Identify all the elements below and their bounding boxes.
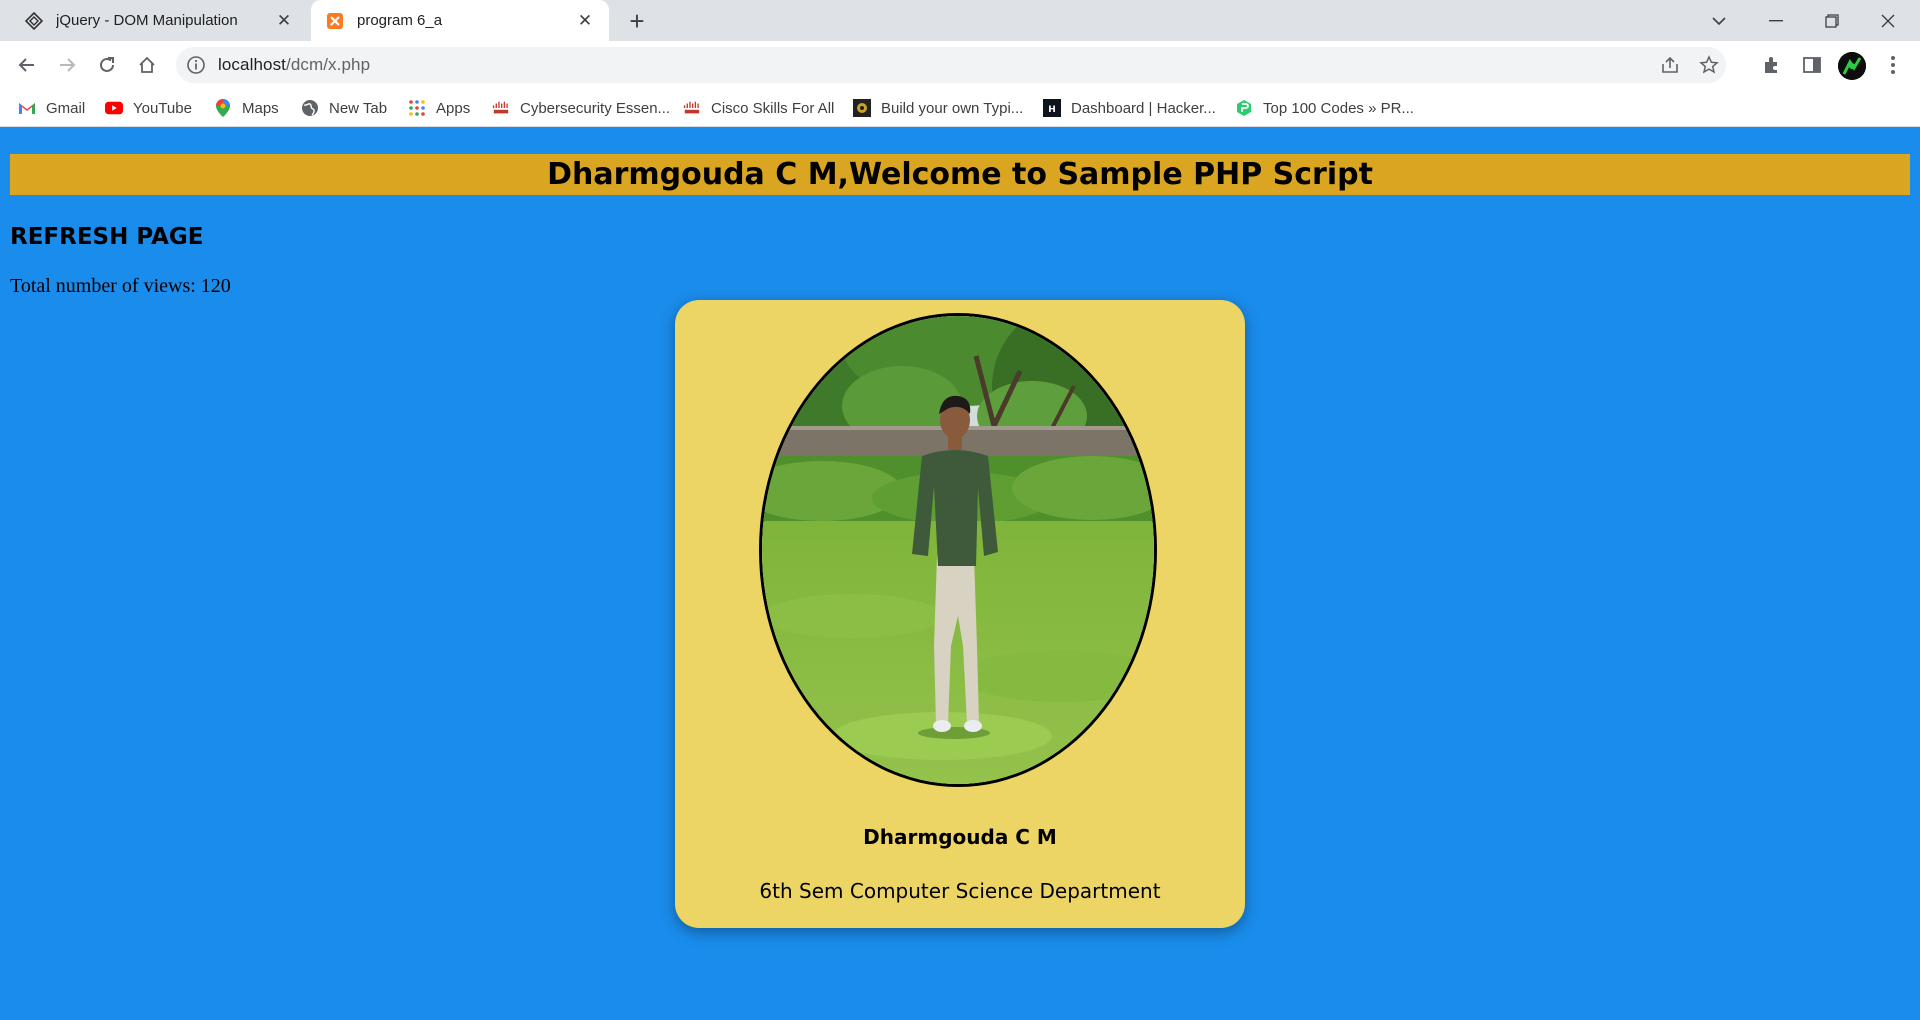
tab-title: jQuery - DOM Manipulation bbox=[56, 12, 238, 29]
card-department: 6th Sem Computer Science Department bbox=[759, 879, 1161, 903]
close-tab-icon[interactable]: ✕ bbox=[573, 9, 597, 33]
site-info-icon[interactable] bbox=[186, 55, 206, 75]
bookmark-maps[interactable]: Maps bbox=[214, 96, 279, 120]
page-content: Dharmgouda C M,Welcome to Sample PHP Scr… bbox=[0, 127, 1920, 1020]
bookmark-build-typi[interactable]: Build your own Typi... bbox=[853, 96, 1023, 120]
address-bar[interactable]: localhost/dcm/x.php bbox=[176, 47, 1726, 83]
codes-icon bbox=[1235, 99, 1253, 117]
bookmark-label: Dashboard | Hacker... bbox=[1071, 99, 1216, 117]
close-window-button[interactable] bbox=[1860, 0, 1916, 41]
tab-strip: jQuery - DOM Manipulation ✕ program 6_a … bbox=[0, 0, 1920, 41]
profile-photo bbox=[759, 313, 1157, 787]
forward-button[interactable] bbox=[51, 49, 83, 81]
bookmark-label: Build your own Typi... bbox=[881, 99, 1024, 117]
close-tab-icon[interactable]: ✕ bbox=[272, 9, 296, 33]
bookmark-label: Cybersecurity Essen... bbox=[520, 99, 671, 117]
profile-avatar[interactable] bbox=[1838, 52, 1866, 80]
bookmark-star-icon[interactable] bbox=[1698, 54, 1720, 76]
url-text[interactable]: localhost/dcm/x.php bbox=[218, 55, 370, 75]
share-icon[interactable] bbox=[1659, 54, 1681, 76]
bookmarks-bar: Gmail YouTube Maps New Tab Apps Cybersec… bbox=[0, 89, 1920, 127]
url-path: /dcm/x.php bbox=[286, 55, 371, 74]
home-button[interactable] bbox=[131, 49, 163, 81]
welcome-banner: Dharmgouda C M,Welcome to Sample PHP Scr… bbox=[10, 154, 1910, 195]
bookmark-youtube[interactable]: YouTube bbox=[105, 96, 192, 120]
tab-program-6a[interactable]: program 6_a ✕ bbox=[311, 0, 609, 41]
bookmark-new-tab[interactable]: New Tab bbox=[301, 96, 387, 120]
cisco-icon bbox=[683, 99, 701, 117]
apps-grid-icon bbox=[408, 99, 426, 117]
bookmark-label: Cisco Skills For All bbox=[711, 99, 835, 117]
svg-text:H: H bbox=[1048, 105, 1056, 115]
restore-button[interactable] bbox=[1804, 0, 1860, 41]
globe-icon bbox=[301, 99, 319, 117]
maps-icon bbox=[214, 99, 232, 117]
bookmark-top-100-codes[interactable]: Top 100 Codes » PR... bbox=[1235, 96, 1414, 120]
bookmark-label: Gmail bbox=[46, 99, 86, 117]
side-panel-icon[interactable] bbox=[1796, 49, 1828, 81]
profile-card: Dharmgouda C M 6th Sem Computer Science … bbox=[675, 300, 1245, 928]
jquery-favicon-icon bbox=[24, 11, 44, 31]
reload-button[interactable] bbox=[91, 49, 123, 81]
bookmark-gmail[interactable]: Gmail bbox=[18, 96, 85, 120]
back-button[interactable] bbox=[11, 49, 43, 81]
bookmark-cybersecurity[interactable]: Cybersecurity Essen... bbox=[492, 96, 670, 120]
youtube-icon bbox=[105, 99, 123, 117]
card-name: Dharmgouda C M bbox=[863, 825, 1057, 849]
xampp-favicon-icon bbox=[325, 11, 345, 31]
hackerrank-icon: H bbox=[1043, 99, 1061, 117]
bookmark-label: Apps bbox=[436, 99, 471, 117]
cisco-icon bbox=[492, 99, 510, 117]
url-host: localhost bbox=[218, 55, 286, 74]
refresh-page-link[interactable]: REFRESH PAGE bbox=[10, 224, 204, 250]
tab-search-icon[interactable] bbox=[1691, 0, 1747, 41]
new-tab-button[interactable]: + bbox=[622, 6, 652, 36]
bookmark-apps[interactable]: Apps bbox=[408, 96, 470, 120]
bookmark-cisco-skills[interactable]: Cisco Skills For All bbox=[683, 96, 834, 120]
bookmark-label: Top 100 Codes » PR... bbox=[1263, 99, 1414, 117]
bookmark-hackerrank[interactable]: H Dashboard | Hacker... bbox=[1043, 96, 1216, 120]
book-icon bbox=[853, 99, 871, 117]
menu-kebab-icon[interactable] bbox=[1877, 49, 1909, 81]
browser-toolbar: localhost/dcm/x.php bbox=[0, 41, 1920, 89]
gmail-icon bbox=[18, 99, 36, 117]
bookmark-label: New Tab bbox=[329, 99, 388, 117]
extensions-icon[interactable] bbox=[1755, 49, 1787, 81]
bookmark-label: YouTube bbox=[133, 99, 192, 117]
tab-title: program 6_a bbox=[357, 12, 443, 29]
minimize-button[interactable] bbox=[1748, 0, 1804, 41]
view-counter: Total number of views: 120 bbox=[10, 275, 231, 297]
bookmark-label: Maps bbox=[242, 99, 279, 117]
tab-jquery[interactable]: jQuery - DOM Manipulation ✕ bbox=[8, 0, 308, 41]
